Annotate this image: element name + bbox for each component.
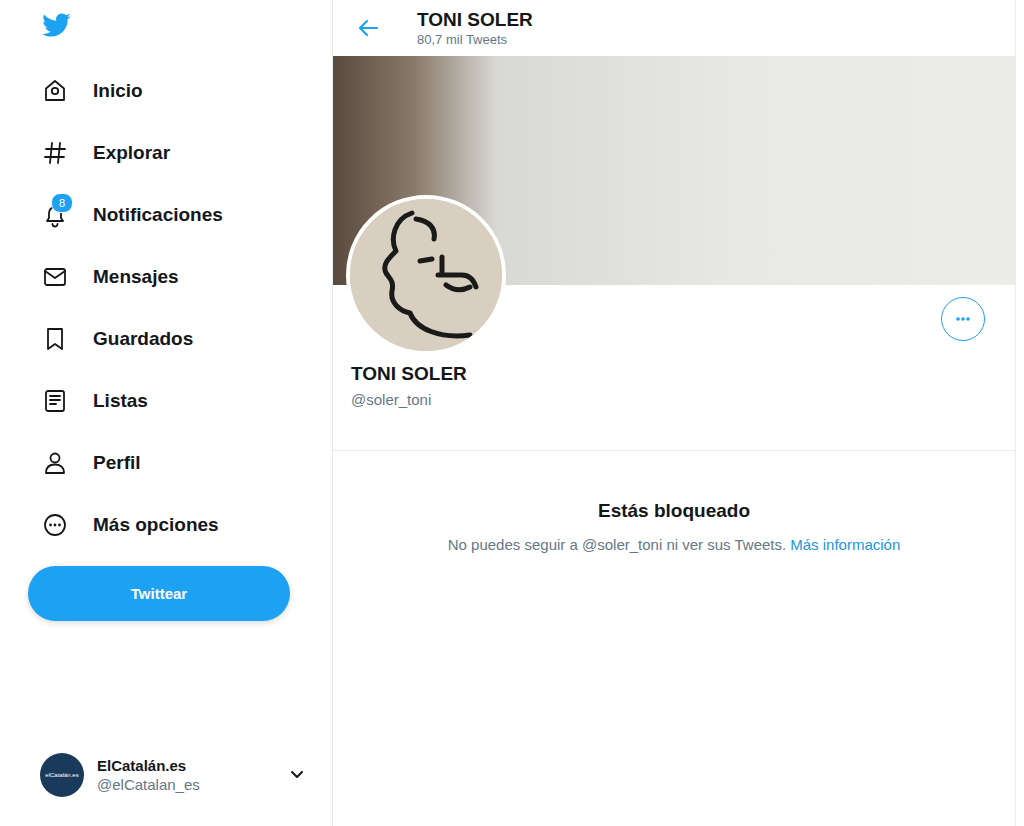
bookmark-icon <box>42 326 68 352</box>
more-options-icon <box>42 512 68 538</box>
sidebar-label: Notificaciones <box>93 204 223 226</box>
account-avatar: elCatalán.es <box>40 753 84 797</box>
hashtag-icon <box>42 140 68 166</box>
profile-name: TONI SOLER <box>351 362 985 386</box>
back-arrow-icon[interactable] <box>357 17 379 39</box>
dots-icon <box>953 309 973 329</box>
sidebar-label: Más opciones <box>93 514 219 536</box>
sidebar-label: Listas <box>93 390 148 412</box>
icon-wrap <box>42 326 68 352</box>
sidebar-label: Guardados <box>93 328 193 350</box>
twitter-bird-icon <box>40 10 72 40</box>
tweet-count: 80,7 mil Tweets <box>417 31 533 48</box>
sidebar-item[interactable]: Listas <box>28 370 332 432</box>
sidebar: Inicio Explorar 8 Notificaciones Mensajes Gua… <box>0 0 332 826</box>
sidebar-item[interactable]: Mensajes <box>28 246 332 308</box>
sidebar-item[interactable]: Guardados <box>28 308 332 370</box>
sidebar-item[interactable]: Perfil <box>28 432 332 494</box>
account-name: ElCatalán.es <box>97 756 288 775</box>
profile-info: TONI SOLER @soler_toni <box>333 285 1015 451</box>
header-text: TONI SOLER80,7 mil Tweets <box>417 9 533 48</box>
icon-wrap <box>42 78 68 104</box>
more-button[interactable] <box>941 297 985 341</box>
tweet-button[interactable]: Twittear <box>28 566 290 621</box>
icon-wrap <box>42 264 68 290</box>
account-handle: @elCatalan_es <box>97 775 288 794</box>
person-icon <box>42 450 68 476</box>
icon-wrap <box>42 388 68 414</box>
sidebar-item[interactable]: Explorar <box>28 122 332 184</box>
icon-wrap <box>42 140 68 166</box>
profile-column: TONI SOLER80,7 mil TweetsTONI SOLER@sole… <box>332 0 1016 826</box>
icon-wrap <box>42 512 68 538</box>
sidebar-item[interactable]: Inicio <box>28 60 332 122</box>
sidebar-label: Perfil <box>93 452 141 474</box>
avatar-drawing-icon <box>350 199 502 351</box>
header-name: TONI SOLER <box>417 9 533 31</box>
blocked-message-row: No puedes seguir a @soler_toni ni ver su… <box>448 535 901 555</box>
blocked-title: Estás bloqueado <box>598 499 750 523</box>
sidebar-item[interactable]: 8 Notificaciones <box>28 184 332 246</box>
account-info: ElCatalán.es@elCatalan_es <box>97 756 288 794</box>
sidebar-label: Inicio <box>93 80 143 102</box>
home-icon <box>42 78 68 104</box>
envelope-icon <box>42 264 68 290</box>
more-info-link[interactable]: Más información <box>790 535 900 555</box>
notification-badge: 8 <box>51 193 73 213</box>
logo[interactable] <box>28 0 332 60</box>
chevron-down-icon <box>288 766 306 784</box>
sidebar-label: Mensajes <box>93 266 179 288</box>
profile-avatar[interactable] <box>346 195 506 355</box>
blocked-message: No puedes seguir a @soler_toni ni ver su… <box>448 535 786 555</box>
sidebar-label: Explorar <box>93 142 170 164</box>
profile-header: TONI SOLER80,7 mil Tweets <box>333 0 1015 56</box>
account-switcher[interactable]: elCatalán.es ElCatalán.es@elCatalan_es <box>28 753 306 797</box>
blocked-notice: Estás bloqueado No puedes seguir a @soler… <box>333 451 1015 555</box>
profile-handle: @soler_toni <box>351 390 985 410</box>
list-icon <box>42 388 68 414</box>
icon-wrap <box>42 450 68 476</box>
icon-wrap: 8 <box>42 202 68 228</box>
sidebar-item[interactable]: Más opciones <box>28 494 332 556</box>
